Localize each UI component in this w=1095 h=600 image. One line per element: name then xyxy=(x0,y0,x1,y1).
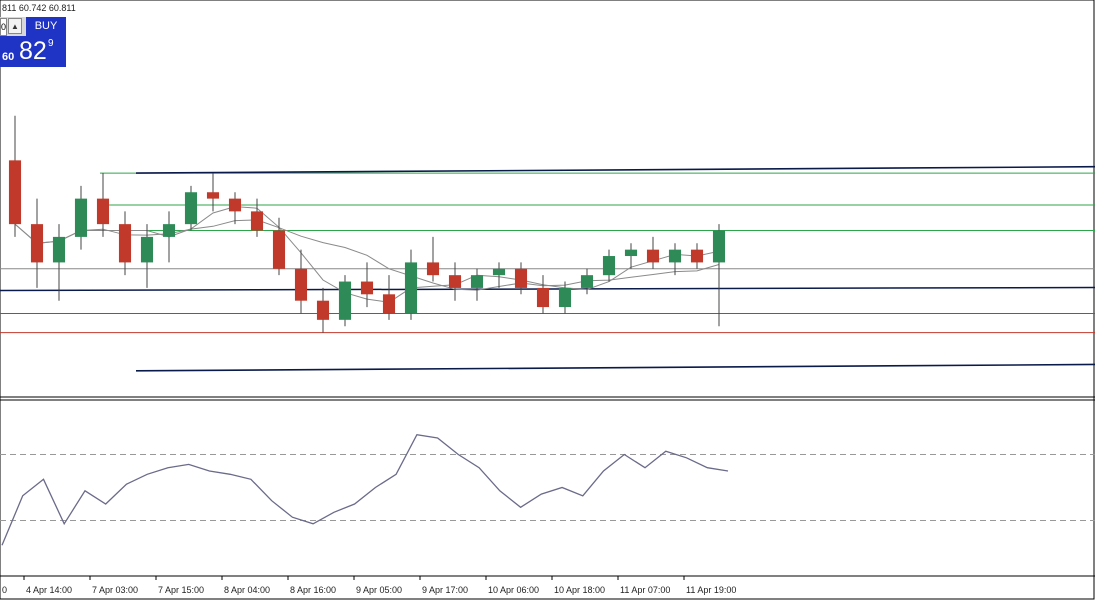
candle-body-27 xyxy=(602,256,616,276)
lot-size-input[interactable]: 0 xyxy=(0,18,7,36)
price-chart: 811 60.742 60.811 0 4 Apr 14:00 7 Apr 03:0… xyxy=(0,0,1095,600)
candle-15 xyxy=(338,275,352,327)
candle-body-8 xyxy=(184,192,198,225)
candle-body-17 xyxy=(382,294,396,314)
price-pip-digit: 9 xyxy=(48,38,54,49)
candle-body-26 xyxy=(580,275,594,288)
candle-body-2 xyxy=(52,236,66,263)
candle-body-5 xyxy=(118,224,132,263)
candle-body-4 xyxy=(96,198,110,225)
candle-body-22 xyxy=(492,268,506,276)
one-click-trading-panel: 0 ▲ BUY 60 82 9 xyxy=(0,17,66,67)
price-main-digits: 82 xyxy=(19,37,47,65)
candle-body-14 xyxy=(316,300,330,320)
candle-body-3 xyxy=(74,198,88,237)
time-tick-label-1: 4 Apr 14:00 xyxy=(26,585,72,595)
candle-body-13 xyxy=(294,268,308,301)
buy-button[interactable]: BUY xyxy=(26,17,66,36)
candle-8 xyxy=(184,185,198,231)
candle-body-20 xyxy=(448,275,462,288)
candle-body-23 xyxy=(514,268,528,288)
candle-body-25 xyxy=(558,287,572,308)
time-tick-label-5: 8 Apr 16:00 xyxy=(290,585,336,595)
candle-body-28 xyxy=(624,249,638,257)
candle-body-21 xyxy=(470,275,484,288)
candle-body-7 xyxy=(162,224,176,237)
candle-body-1 xyxy=(30,224,44,263)
time-tick-label-7: 9 Apr 17:00 xyxy=(422,585,468,595)
candle-body-11 xyxy=(250,211,264,231)
candle-body-10 xyxy=(228,198,242,212)
price-prefix: 60 xyxy=(2,51,15,63)
time-tick-label-4: 8 Apr 04:00 xyxy=(224,585,270,595)
candle-body-19 xyxy=(426,262,440,276)
time-tick-label-10: 11 Apr 07:00 xyxy=(620,585,670,595)
time-tick-label-0: 0 xyxy=(2,585,7,595)
time-tick-label-6: 9 Apr 05:00 xyxy=(356,585,402,595)
trade-panel-top: 0 ▲ BUY xyxy=(0,17,66,36)
time-tick-label-11: 11 Apr 19:00 xyxy=(686,585,736,595)
candle-body-6 xyxy=(140,236,154,263)
time-tick-label-8: 10 Apr 06:00 xyxy=(488,585,539,595)
candle-body-24 xyxy=(536,287,550,308)
buy-price-display[interactable]: 60 82 9 xyxy=(0,36,66,67)
time-tick-label-9: 10 Apr 18:00 xyxy=(554,585,605,595)
candle-body-18 xyxy=(404,262,418,314)
ohlc-readout: 811 60.742 60.811 xyxy=(2,3,76,13)
time-tick-label-2: 7 Apr 03:00 xyxy=(92,585,138,595)
time-tick-label-3: 7 Apr 15:00 xyxy=(158,585,204,595)
candle-body-29 xyxy=(646,249,660,263)
candle-body-0 xyxy=(8,160,22,225)
lot-increase-button[interactable]: ▲ xyxy=(8,18,22,34)
candle-body-15 xyxy=(338,281,352,320)
candle-body-9 xyxy=(206,192,220,199)
candle-body-12 xyxy=(272,230,286,269)
candle-body-16 xyxy=(360,281,374,295)
candle-body-31 xyxy=(690,249,704,263)
candle-body-32 xyxy=(712,230,726,263)
candle-body-30 xyxy=(668,249,682,263)
